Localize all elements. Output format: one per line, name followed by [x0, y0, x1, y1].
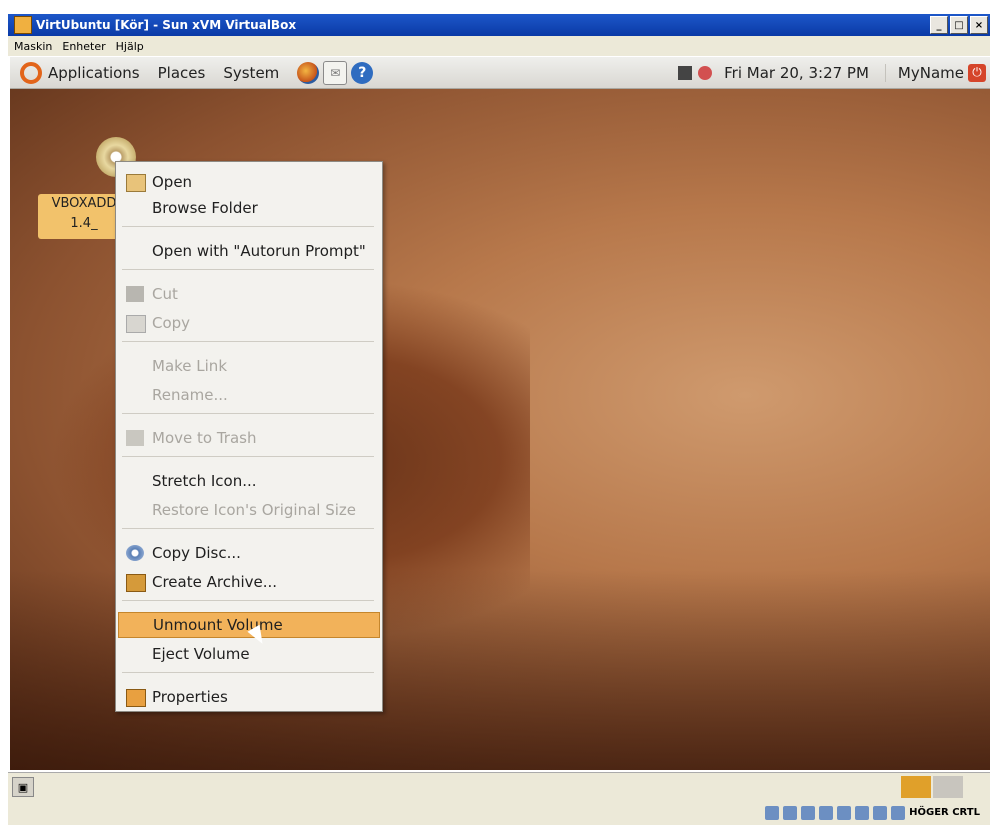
menu-item-cut: Cut — [118, 281, 380, 307]
power-icon[interactable]: ⏻ — [968, 63, 986, 82]
mail-icon[interactable]: ✉ — [323, 60, 348, 85]
menu-item-rename: Rename... — [152, 386, 228, 404]
show-desktop-icon[interactable]: ▣ — [12, 777, 34, 797]
user-name[interactable]: MyName — [884, 63, 964, 82]
vbox-title-bar: VirtUbuntu [Kör] - Sun xVM VirtualBox _ … — [8, 14, 990, 36]
network-status-icon[interactable] — [819, 805, 834, 820]
shared-folders-status-icon[interactable] — [855, 805, 870, 820]
host-key-label: HÖGER CRTL — [909, 807, 980, 818]
menu-maskin[interactable]: Maskin — [14, 40, 52, 53]
workspace-2[interactable] — [933, 776, 963, 798]
trash-icon — [126, 430, 144, 446]
ubuntu-logo-icon[interactable] — [20, 61, 42, 84]
properties-icon — [126, 689, 146, 707]
vbox-status-bar: HÖGER CRTL — [8, 800, 990, 825]
workspace-1[interactable] — [901, 776, 931, 798]
menu-hjalp[interactable]: Hjälp — [116, 40, 144, 53]
host-key-icon — [891, 805, 906, 820]
menu-item-eject-volume[interactable]: Eject Volume — [118, 641, 380, 667]
copy-icon — [126, 315, 146, 333]
open-icon — [126, 174, 146, 192]
help-icon[interactable]: ? — [351, 61, 374, 84]
floppy-status-icon[interactable] — [801, 805, 816, 820]
mouse-integration-icon[interactable] — [873, 805, 888, 820]
guest-bottom-panel: ▣ — [8, 772, 990, 801]
usb-status-icon[interactable] — [837, 805, 852, 820]
close-button[interactable]: × — [970, 16, 988, 34]
desktop-background[interactable]: VBOXADD 1.4_ Open Browse Folder Open wit… — [10, 89, 990, 770]
guest-screen[interactable]: Applications Places System ✉ ? Fri Mar 2… — [10, 57, 990, 770]
top-panel: Applications Places System ✉ ? Fri Mar 2… — [10, 57, 990, 89]
menu-item-copy-disc[interactable]: Copy Disc... — [118, 540, 380, 566]
cd-status-icon[interactable] — [783, 805, 798, 820]
menu-system[interactable]: System — [223, 64, 279, 82]
menu-item-properties[interactable]: Properties — [118, 684, 380, 710]
host-menubar: Maskin Enheter Hjälp — [8, 36, 990, 56]
menu-item-copy: Copy — [118, 310, 380, 336]
menu-enheter[interactable]: Enheter — [62, 40, 105, 53]
virtualbox-app-icon — [14, 16, 32, 34]
menu-item-browse-folder[interactable]: Browse Folder — [118, 195, 380, 221]
panel-clock[interactable]: Fri Mar 20, 3:27 PM — [724, 64, 869, 82]
menu-applications[interactable]: Applications — [48, 64, 140, 82]
menu-places[interactable]: Places — [158, 64, 206, 82]
window-title: VirtUbuntu [Kör] - Sun xVM VirtualBox — [36, 18, 297, 32]
menu-item-make-link: Make Link — [152, 357, 227, 375]
volume-icon[interactable] — [698, 65, 713, 80]
menu-item-open-with-autorun[interactable]: Open with "Autorun Prompt" — [118, 238, 380, 264]
archive-icon — [126, 574, 146, 592]
maximize-button[interactable]: □ — [950, 16, 968, 34]
disc-icon — [126, 545, 144, 561]
minimize-button[interactable]: _ — [930, 16, 948, 34]
network-icon[interactable] — [678, 65, 693, 80]
menu-item-stretch-icon[interactable]: Stretch Icon... — [118, 468, 380, 494]
firefox-icon[interactable] — [297, 61, 320, 84]
menu-item-move-to-trash: Move to Trash — [118, 425, 380, 451]
cut-icon — [126, 286, 144, 302]
menu-item-open[interactable]: Open — [118, 169, 380, 195]
harddisk-status-icon[interactable] — [765, 805, 780, 820]
menu-item-create-archive[interactable]: Create Archive... — [118, 569, 380, 595]
menu-item-restore-icon-size: Restore Icon's Original Size — [152, 501, 357, 519]
